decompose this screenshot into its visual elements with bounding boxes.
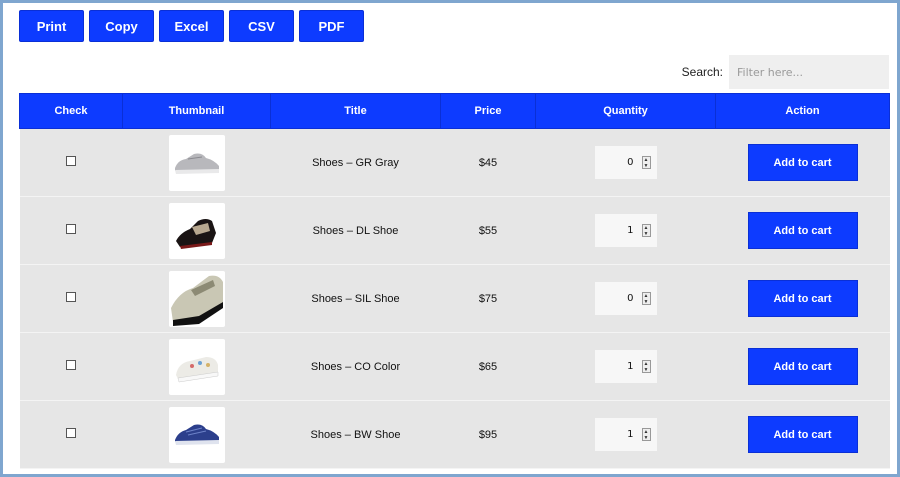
- spinner-icon[interactable]: ▲ ▼: [641, 156, 651, 169]
- product-title: Shoes – BW Shoe: [270, 400, 441, 469]
- product-thumbnail: [168, 406, 225, 463]
- column-header-price[interactable]: Price: [440, 93, 536, 129]
- product-title: Shoes – GR Gray: [270, 128, 441, 197]
- spinner-icon[interactable]: ▲ ▼: [641, 428, 651, 441]
- add-to-cart-button[interactable]: Add to cart: [747, 416, 858, 453]
- product-title: Shoes – CO Color: [270, 332, 441, 401]
- pdf-button[interactable]: PDF: [299, 10, 364, 42]
- row-checkbox[interactable]: [66, 360, 76, 370]
- column-header-action[interactable]: Action: [715, 93, 890, 129]
- spinner-icon[interactable]: ▲ ▼: [641, 292, 651, 305]
- row-checkbox[interactable]: [66, 224, 76, 234]
- product-price: $75: [440, 264, 536, 333]
- add-to-cart-button[interactable]: Add to cart: [747, 348, 858, 385]
- quantity-value: 0: [627, 157, 634, 168]
- add-to-cart-button[interactable]: Add to cart: [747, 280, 858, 317]
- column-header-thumbnail[interactable]: Thumbnail: [122, 93, 271, 129]
- column-header-title[interactable]: Title: [270, 93, 441, 129]
- add-to-cart-button[interactable]: Add to cart: [747, 144, 858, 181]
- table-header-row: Check Thumbnail Title Price Quantity Act…: [19, 93, 890, 129]
- table-row: Shoes – CO Color $65 1 ▲ ▼ Add to cart: [19, 332, 890, 401]
- product-price: $95: [440, 400, 536, 469]
- spinner-icon[interactable]: ▲ ▼: [641, 360, 651, 373]
- excel-button[interactable]: Excel: [159, 10, 224, 42]
- product-thumbnail: [168, 338, 225, 395]
- product-price: $55: [440, 196, 536, 265]
- product-price: $45: [440, 128, 536, 197]
- product-table-container: Check Thumbnail Title Price Quantity Act…: [19, 93, 890, 469]
- quantity-value: 1: [627, 429, 634, 440]
- table-row: Shoes – GR Gray $45 0 ▲ ▼ Add to cart: [19, 128, 890, 197]
- product-thumbnail: [168, 202, 225, 259]
- row-checkbox[interactable]: [66, 292, 76, 302]
- silver-loafer-icon: [170, 275, 223, 326]
- quantity-stepper[interactable]: 1 ▲ ▼: [594, 418, 657, 451]
- product-price: $65: [440, 332, 536, 401]
- quantity-stepper[interactable]: 0 ▲ ▼: [594, 146, 657, 179]
- row-checkbox[interactable]: [66, 428, 76, 438]
- print-button[interactable]: Print: [19, 10, 84, 42]
- search-input[interactable]: [729, 55, 889, 89]
- product-thumbnail: [168, 270, 225, 327]
- quantity-stepper[interactable]: 0 ▲ ▼: [594, 282, 657, 315]
- quantity-value: 1: [627, 361, 634, 372]
- quantity-stepper[interactable]: 1 ▲ ▼: [594, 214, 657, 247]
- row-checkbox[interactable]: [66, 156, 76, 166]
- column-header-quantity[interactable]: Quantity: [535, 93, 716, 129]
- product-table: Check Thumbnail Title Price Quantity Act…: [19, 93, 890, 469]
- search-bar: Search:: [682, 55, 889, 89]
- search-label: Search:: [681, 65, 723, 79]
- column-header-check[interactable]: Check: [19, 93, 123, 129]
- quantity-value: 1: [627, 225, 634, 236]
- add-to-cart-button[interactable]: Add to cart: [747, 212, 858, 249]
- quantity-value: 0: [627, 293, 634, 304]
- blue-sneaker-icon: [174, 424, 219, 445]
- copy-button[interactable]: Copy: [89, 10, 154, 42]
- black-dress-shoe-icon: [175, 218, 216, 249]
- product-title: Shoes – DL Shoe: [270, 196, 441, 265]
- csv-button[interactable]: CSV: [229, 10, 294, 42]
- product-thumbnail: [168, 134, 225, 191]
- product-title: Shoes – SIL Shoe: [270, 264, 441, 333]
- gray-sneaker-icon: [174, 153, 219, 174]
- floral-slip-on-icon: [175, 356, 218, 382]
- spinner-icon[interactable]: ▲ ▼: [641, 224, 651, 237]
- quantity-stepper[interactable]: 1 ▲ ▼: [594, 350, 657, 383]
- export-toolbar: Print Copy Excel CSV PDF: [19, 10, 364, 42]
- table-row: Shoes – BW Shoe $95 1 ▲ ▼ Add to cart: [19, 400, 890, 469]
- table-row: Shoes – DL Shoe $55 1 ▲ ▼ Add to cart: [19, 196, 890, 265]
- table-row: Shoes – SIL Shoe $75 0 ▲ ▼ Add to cart: [19, 264, 890, 333]
